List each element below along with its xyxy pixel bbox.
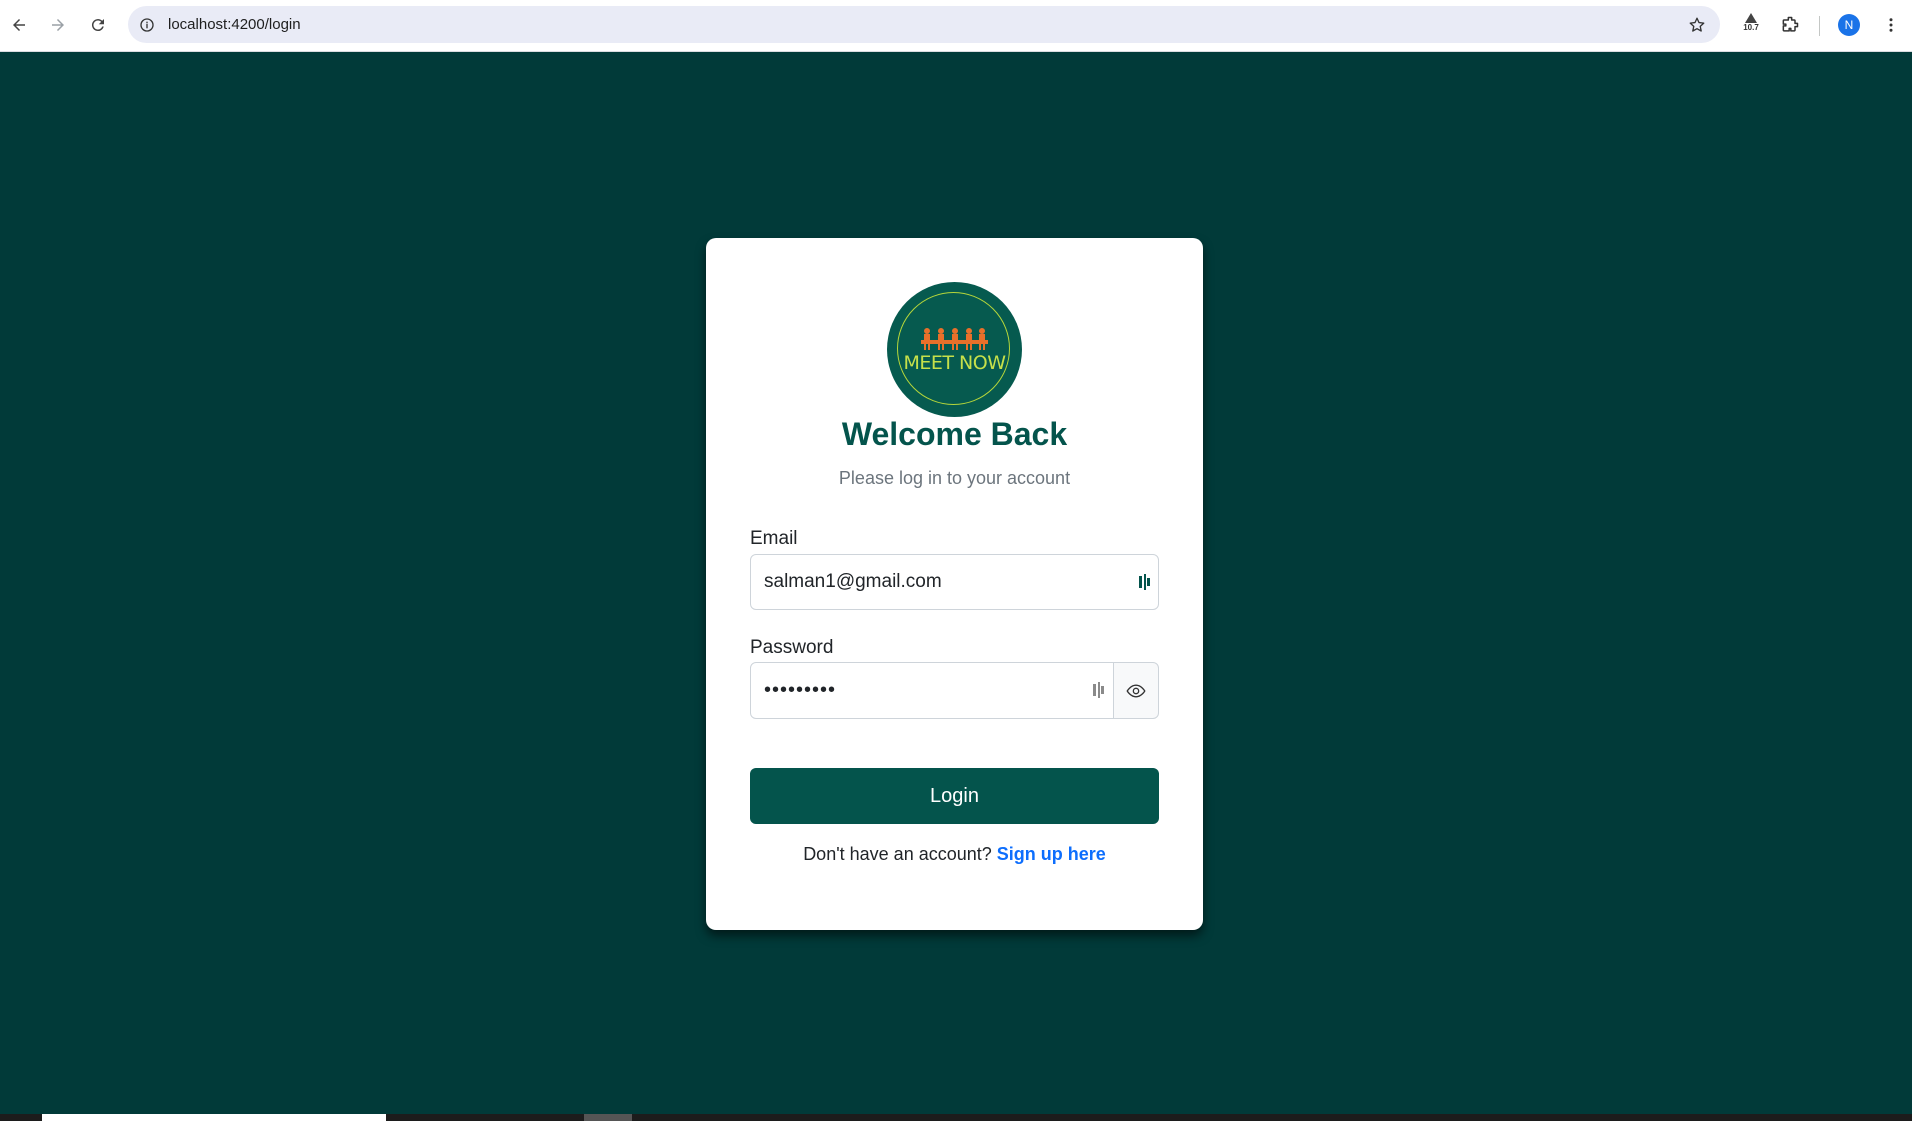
- toggle-password-visibility-button[interactable]: [1113, 662, 1159, 719]
- email-field[interactable]: salman1@gmail.com: [750, 554, 1159, 610]
- page-title: Welcome Back: [841, 416, 1068, 452]
- password-input-group: •••••••••: [750, 662, 1159, 719]
- extension-button[interactable]: 10.7: [1738, 9, 1764, 41]
- info-icon[interactable]: [136, 14, 158, 36]
- signup-prompt: Don't have an account? Sign up here: [706, 844, 1203, 865]
- arrow-left-icon: [13, 19, 25, 31]
- reload-button[interactable]: [85, 12, 111, 38]
- star-icon[interactable]: [1686, 14, 1708, 36]
- extension-badge: 10.7: [1743, 23, 1759, 32]
- password-field[interactable]: •••••••••: [750, 662, 1114, 719]
- password-manager-icon[interactable]: [1093, 682, 1105, 698]
- arrow-right-icon: [52, 19, 64, 31]
- back-button[interactable]: [6, 12, 32, 38]
- profile-avatar[interactable]: N: [1838, 14, 1860, 36]
- logo-text: MEET NOW: [903, 352, 1006, 374]
- login-button[interactable]: Login: [750, 768, 1159, 824]
- bottom-bar-segment: [584, 1114, 632, 1121]
- address-bar[interactable]: localhost:4200/login: [128, 6, 1720, 43]
- extensions-puzzle-icon[interactable]: [1777, 12, 1803, 38]
- password-label: Password: [750, 637, 834, 658]
- bottom-bar: [0, 1114, 1912, 1121]
- email-value: salman1@gmail.com: [764, 571, 942, 592]
- meeting-people-icon: [921, 328, 988, 350]
- forward-button[interactable]: [45, 12, 71, 38]
- toolbar-divider: [1819, 16, 1820, 36]
- bottom-bar-segment: [42, 1114, 386, 1121]
- browser-toolbar: localhost:4200/login 10.7 N: [0, 0, 1912, 52]
- password-value: •••••••••: [764, 679, 837, 701]
- signup-prompt-text: Don't have an account?: [803, 844, 992, 864]
- eye-icon: [1126, 683, 1146, 698]
- more-menu-icon[interactable]: [1878, 12, 1904, 38]
- signup-link[interactable]: Sign up here: [997, 844, 1106, 864]
- reload-icon: [91, 19, 104, 32]
- triangle-icon: [1745, 13, 1757, 23]
- meet-now-logo: MEET NOW: [887, 282, 1022, 417]
- login-card: MEET NOW Welcome Back Please log in to y…: [706, 238, 1203, 930]
- url-text: localhost:4200/login: [168, 16, 301, 33]
- password-manager-icon[interactable]: [1139, 574, 1151, 590]
- email-label: Email: [750, 528, 798, 549]
- page-subtitle: Please log in to your account: [838, 468, 1071, 488]
